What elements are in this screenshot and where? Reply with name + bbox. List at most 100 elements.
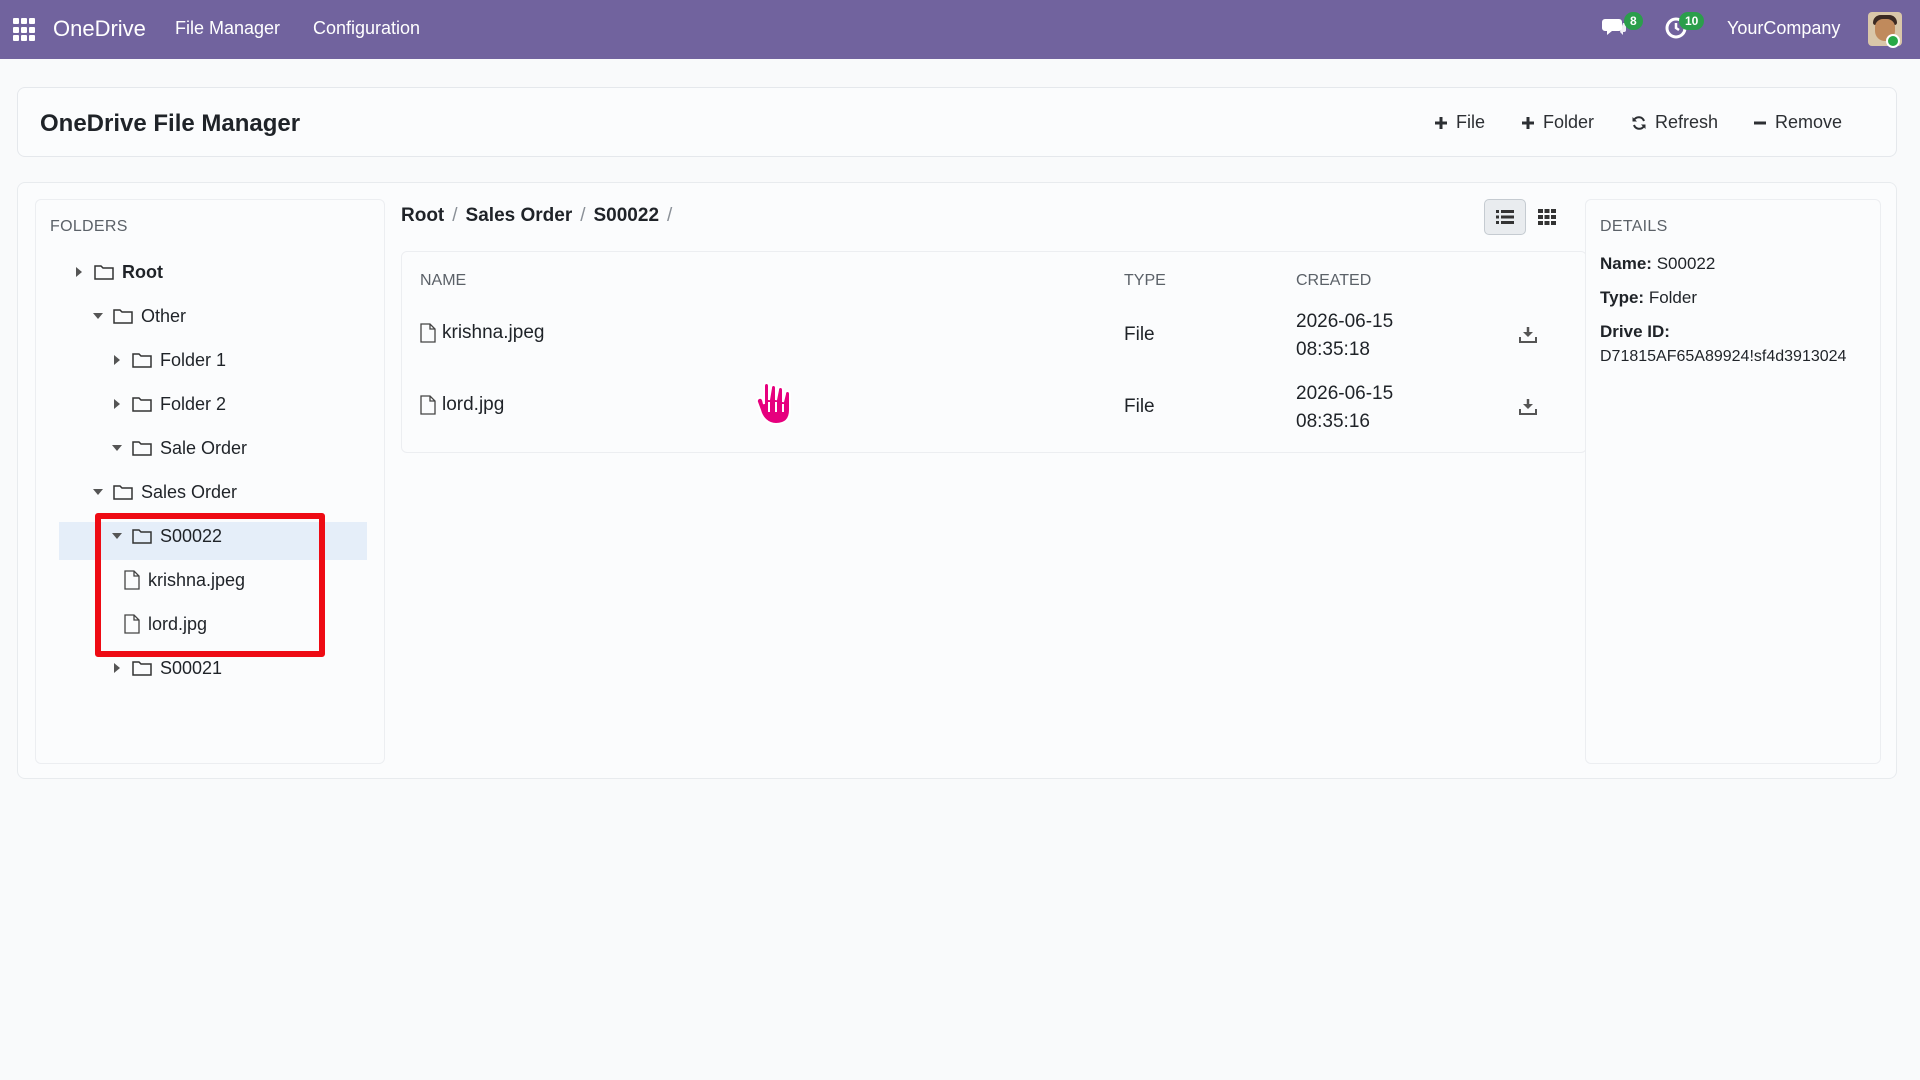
detail-type: Type: Folder (1600, 288, 1697, 308)
folder-icon (113, 484, 133, 500)
add-file-button[interactable]: File (1434, 112, 1485, 133)
tree-label: krishna.jpeg (148, 569, 246, 590)
tree-label: Sale Order (160, 437, 248, 458)
apps-grid-icon[interactable] (13, 18, 37, 42)
menu-configuration[interactable]: Configuration (313, 18, 420, 39)
breadcrumb: Root / Sales Order / S00022 / (401, 205, 672, 227)
tree-label: Folder 1 (160, 349, 227, 370)
breadcrumb-sales-order[interactable]: Sales Order (466, 205, 573, 227)
tree-label: Sales Order (141, 481, 238, 502)
download-button[interactable] (1519, 398, 1537, 421)
tree-folder-s00022[interactable]: S00022 (110, 522, 222, 550)
folder-icon (132, 440, 152, 456)
file-icon (124, 614, 140, 634)
hand-cursor-icon (754, 378, 802, 433)
remove-label: Remove (1775, 112, 1843, 132)
tree-label: Folder 2 (160, 393, 227, 414)
minus-icon (1754, 121, 1766, 124)
caret-down-icon[interactable] (91, 309, 105, 323)
tree-label: S00022 (160, 525, 223, 546)
table-row-created: 2026-06-15 08:35:18 (1296, 308, 1393, 364)
table-row-name[interactable]: krishna.jpeg (420, 322, 544, 344)
tree-label: Root (122, 261, 163, 282)
breadcrumb-root[interactable]: Root (401, 205, 444, 227)
detail-name-label: Name: (1600, 254, 1652, 273)
download-button[interactable] (1519, 326, 1537, 349)
caret-down-icon[interactable] (110, 441, 124, 455)
tree-label: lord.jpg (148, 613, 208, 634)
grid-view-button[interactable] (1526, 199, 1568, 235)
tree-folder-sales-order[interactable]: Sales Order (91, 478, 237, 506)
detail-name-value: S00022 (1656, 254, 1716, 273)
created-time: 08:35:16 (1296, 411, 1370, 432)
folder-icon (132, 396, 152, 412)
folder-icon (132, 528, 152, 544)
caret-right-icon[interactable] (110, 397, 124, 411)
file-name-text: lord.jpg (442, 394, 505, 415)
control-panel: OneDrive File Manager File Folder Refres… (17, 87, 1897, 157)
column-header-created[interactable]: CREATED (1296, 272, 1371, 290)
list-icon (1496, 210, 1514, 224)
detail-drive-id-label: Drive ID: (1600, 322, 1670, 342)
column-header-type[interactable]: TYPE (1124, 272, 1166, 290)
file-name-text: krishna.jpeg (442, 322, 545, 343)
caret-right-icon[interactable] (72, 265, 86, 279)
caret-right-icon[interactable] (110, 353, 124, 367)
refresh-label: Refresh (1655, 112, 1719, 132)
grid-icon (1538, 209, 1556, 225)
folders-title: FOLDERS (50, 218, 128, 235)
caret-down-icon[interactable] (91, 485, 105, 499)
file-icon (124, 570, 140, 590)
details-title: DETAILS (1600, 218, 1668, 235)
activities-badge: 10 (1679, 12, 1705, 30)
created-date: 2026-06-15 (1296, 311, 1394, 332)
created-time: 08:35:18 (1296, 339, 1370, 360)
tree-folder-folder-1[interactable]: Folder 1 (110, 346, 226, 374)
add-folder-label: Folder (1543, 112, 1595, 132)
folders-panel: FOLDERS Root Other Folder 1 Folder 2 Sal… (35, 199, 385, 764)
tree-file-lord[interactable]: lord.jpg (124, 610, 207, 638)
page-title: OneDrive File Manager (40, 110, 301, 137)
caret-right-icon[interactable] (110, 661, 124, 675)
table-row-type: File (1124, 396, 1155, 417)
folder-icon (94, 264, 114, 280)
tree-folder-sale-order[interactable]: Sale Order (110, 434, 247, 462)
tree-folder-s00021[interactable]: S00021 (110, 654, 222, 682)
breadcrumb-separator: / (580, 205, 586, 226)
app-brand[interactable]: OneDrive (53, 16, 146, 42)
add-folder-button[interactable]: Folder (1521, 112, 1594, 133)
remove-button[interactable]: Remove (1753, 112, 1842, 133)
download-icon (1519, 327, 1537, 343)
tree-folder-folder-2[interactable]: Folder 2 (110, 390, 226, 418)
company-switcher[interactable]: YourCompany (1727, 18, 1840, 39)
table-row-created: 2026-06-15 08:35:16 (1296, 380, 1393, 436)
details-panel: DETAILS Name: S00022 Type: Folder Drive … (1585, 199, 1881, 764)
download-icon (1519, 399, 1537, 415)
detail-drive-id-value: D71815AF65A89924!sf4d3913024 (1600, 348, 1847, 365)
column-header-name[interactable]: NAME (420, 272, 466, 290)
tree-folder-other[interactable]: Other (91, 302, 186, 330)
folder-icon (132, 352, 152, 368)
tree-file-krishna[interactable]: krishna.jpeg (124, 566, 245, 594)
detail-name: Name: S00022 (1600, 254, 1715, 274)
refresh-button[interactable]: Refresh (1631, 112, 1718, 133)
add-file-label: File (1456, 112, 1486, 132)
table-row-type: File (1124, 324, 1155, 345)
tree-label: S00021 (160, 657, 223, 678)
refresh-icon (1632, 115, 1646, 130)
list-view-button[interactable] (1484, 199, 1526, 235)
detail-type-label: Type: (1600, 288, 1645, 307)
top-navbar: OneDrive File Manager Configuration 8 10… (0, 0, 1920, 59)
tree-folder-root[interactable]: Root (72, 258, 163, 286)
online-status-icon (1886, 34, 1900, 48)
detail-type-value: Folder (1648, 288, 1697, 307)
file-icon (420, 323, 436, 343)
detail-drive-id-label-text: Drive ID: (1600, 322, 1670, 341)
menu-file-manager[interactable]: File Manager (175, 18, 280, 39)
caret-down-icon[interactable] (110, 529, 124, 543)
file-manager-card: FOLDERS Root Other Folder 1 Folder 2 Sal… (17, 182, 1897, 779)
table-row-name[interactable]: lord.jpg (420, 394, 504, 416)
tree-label: Other (141, 305, 187, 326)
folder-icon (132, 660, 152, 676)
breadcrumb-s00022[interactable]: S00022 (594, 205, 660, 227)
